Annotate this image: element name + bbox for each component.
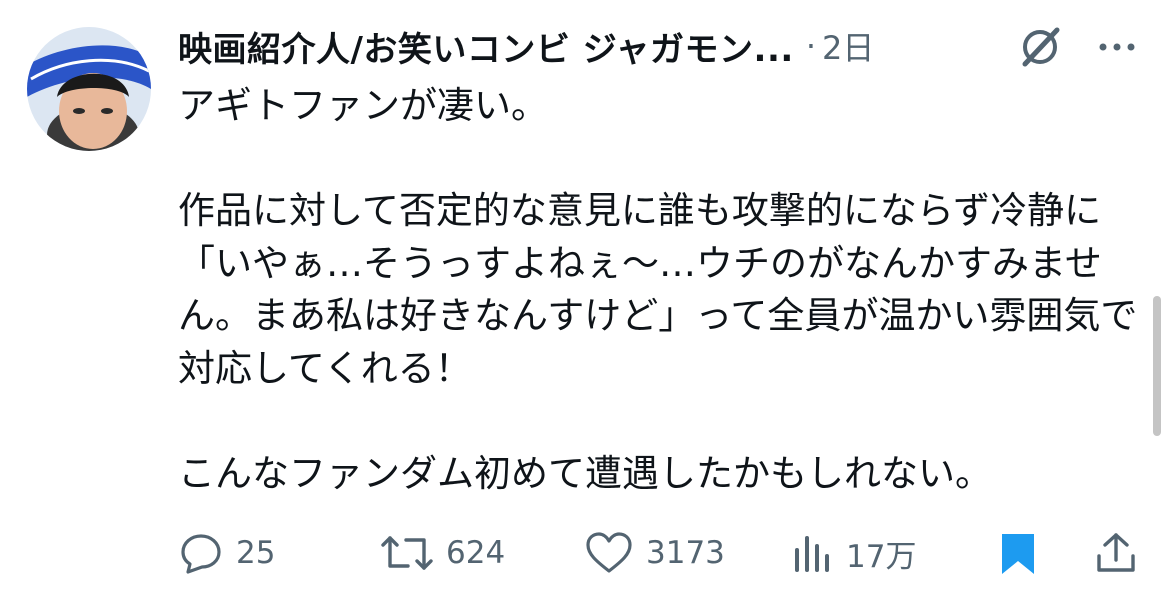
reply-button[interactable]: 25 bbox=[178, 520, 275, 586]
views-icon bbox=[795, 536, 829, 572]
tweet-text: アギトファンが凄い。 作品に対して否定的な意見に誰も攻撃的にならず冷静に「いやぁ… bbox=[178, 84, 1138, 495]
bookmark-icon bbox=[1002, 534, 1034, 574]
retweet-button[interactable]: 624 bbox=[380, 520, 505, 586]
more-options-icon[interactable] bbox=[1095, 34, 1139, 60]
like-count: 3173 bbox=[646, 535, 725, 571]
reply-count: 25 bbox=[236, 535, 276, 571]
tweet-time-separator: · bbox=[805, 27, 816, 65]
tweet-timestamp[interactable]: 2日 bbox=[822, 23, 874, 69]
tweet-actions-bar: 25 624 3173 17万 bbox=[0, 520, 1170, 586]
bookmark-button[interactable] bbox=[996, 520, 1040, 586]
tweet-header: 映画紹介人/お笑いコンビ ジャガモン... · 2日 bbox=[178, 22, 1130, 70]
share-icon bbox=[1097, 533, 1135, 572]
avatar-image bbox=[27, 27, 151, 151]
retweet-count: 624 bbox=[446, 535, 506, 571]
grok-icon[interactable] bbox=[1017, 24, 1063, 70]
retweet-icon bbox=[381, 536, 433, 570]
like-button[interactable]: 3173 bbox=[584, 520, 725, 586]
views-button[interactable]: 17万 bbox=[792, 520, 916, 586]
avatar[interactable] bbox=[27, 27, 151, 151]
heart-icon bbox=[586, 532, 632, 573]
share-button[interactable] bbox=[1094, 520, 1138, 586]
author-display-name[interactable]: 映画紹介人/お笑いコンビ ジャガモン... bbox=[178, 22, 794, 71]
reply-icon bbox=[181, 534, 221, 574]
scrollbar[interactable] bbox=[1153, 296, 1161, 436]
views-count: 17万 bbox=[846, 538, 917, 575]
